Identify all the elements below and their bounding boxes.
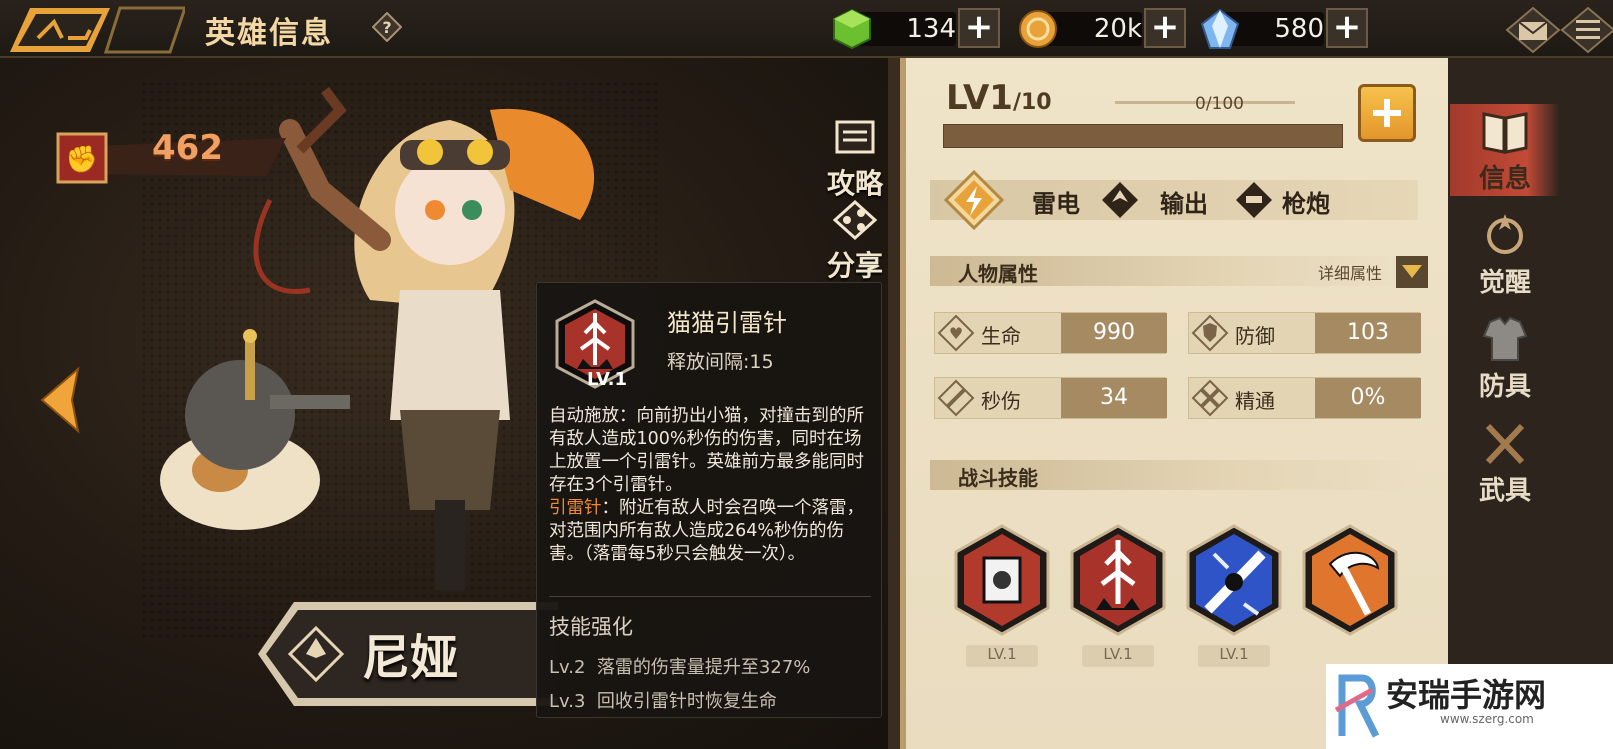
exp-text: 0/100 xyxy=(1195,94,1244,114)
tooltip-enhance-item: Lv.3 回收引雷针时恢复生命 xyxy=(549,687,777,713)
gun-type-icon xyxy=(1236,182,1272,218)
tab-awaken[interactable]: 觉醒 xyxy=(1450,208,1560,300)
skill-1-lightning-rod-device-icon[interactable] xyxy=(952,524,1052,636)
share-button[interactable]: 分享 xyxy=(815,199,895,284)
stat-dps-label: 秒伤 xyxy=(981,389,1021,413)
stat-dps-value: 34 xyxy=(1100,385,1128,410)
exp-bar xyxy=(943,124,1343,148)
sword-icon xyxy=(937,379,975,417)
hero-name: 尼娅 xyxy=(362,630,459,686)
help-icon[interactable]: ? xyxy=(372,12,402,42)
stat-def-value: 103 xyxy=(1347,320,1389,345)
stat-def: 防御 103 xyxy=(1188,312,1421,354)
menu-icon[interactable] xyxy=(1560,6,1613,54)
watermark-text: 安瑞手游网 xyxy=(1386,676,1547,714)
tooltip-skill-name: 猫猫引雷针 xyxy=(667,309,787,337)
mail-icon[interactable] xyxy=(1505,6,1561,54)
tag-role: 输出 xyxy=(1160,190,1208,218)
crystal-add-button[interactable]: + xyxy=(1326,8,1368,48)
crossed-swords-icon xyxy=(1191,379,1229,417)
energy-value: 134 xyxy=(906,14,956,44)
skill-3-level: LV.1 xyxy=(1198,645,1270,667)
power-value: 462 xyxy=(152,128,223,168)
skill-1-level: LV.1 xyxy=(966,645,1038,667)
skill-tooltip: LV.1 猫猫引雷针 释放间隔:15 自动施放：向前扔出小猫，对撞击到的所有敌人… xyxy=(536,282,882,718)
guide-button[interactable]: 攻略 xyxy=(815,118,895,202)
armor-icon xyxy=(1482,316,1528,361)
tooltip-skill-level: LV.1 xyxy=(587,369,627,390)
guide-label: 攻略 xyxy=(826,167,883,200)
stat-hp-value: 990 xyxy=(1093,320,1135,345)
prev-hero-arrow-icon[interactable] xyxy=(38,365,84,435)
tooltip-desc-highlight: 引雷针 xyxy=(549,498,602,518)
tab-armor-label: 防具 xyxy=(1478,372,1531,402)
guide-scroll-icon xyxy=(835,120,875,154)
tab-info-label: 信息 xyxy=(1478,164,1531,194)
skill-3-paw-lightning-icon[interactable] xyxy=(1184,524,1284,636)
awaken-icon xyxy=(1487,214,1523,254)
shield-icon xyxy=(1191,314,1229,352)
tag-weapon: 枪炮 xyxy=(1282,190,1330,218)
share-label: 分享 xyxy=(826,249,883,282)
level-text: LV1/10 xyxy=(946,78,1052,118)
page-title: 英雄信息 xyxy=(205,16,333,51)
level-up-button[interactable] xyxy=(1358,84,1416,142)
level-max: /10 xyxy=(1012,90,1052,115)
tooltip-description: 自动施放：向前扔出小猫，对撞击到的所有敌人造成100%秒伤的伤害，同时在场上放置… xyxy=(549,405,875,566)
gold-resource: 20k + xyxy=(1016,8,1186,48)
skills-title: 战斗技能 xyxy=(958,466,1038,490)
stat-mastery-label: 精通 xyxy=(1235,389,1275,413)
skill-2-cat-lightning-rod-icon[interactable] xyxy=(1068,524,1168,636)
heart-icon: ♥ xyxy=(937,314,975,352)
tooltip-divider xyxy=(549,596,871,597)
skill-4-scythe-icon[interactable] xyxy=(1300,524,1400,636)
watermark-url: www.szerg.com xyxy=(1440,712,1534,726)
stat-hp: ♥ 生命 990 xyxy=(934,312,1167,354)
skill-2-level: LV.1 xyxy=(1082,645,1154,667)
tag-element: 雷电 xyxy=(1032,190,1080,218)
enhance-text: 回收引雷针时恢复生命 xyxy=(596,691,777,712)
stat-mastery: 精通 0% xyxy=(1188,377,1421,419)
watermark-logo-icon xyxy=(1334,674,1380,738)
tab-armor[interactable]: 防具 xyxy=(1450,312,1560,404)
book-icon xyxy=(1482,112,1528,154)
lightning-element-icon xyxy=(944,170,1004,230)
enhance-text: 落雷的伤害量提升至327% xyxy=(596,657,811,678)
stat-dps: 秒伤 34 xyxy=(934,377,1167,419)
svg-text:?: ? xyxy=(382,18,391,37)
tooltip-cooldown: 释放间隔:15 xyxy=(667,351,774,373)
tab-awaken-label: 觉醒 xyxy=(1478,268,1531,298)
svg-text:✊: ✊ xyxy=(66,145,98,175)
level-current: LV1 xyxy=(946,78,1013,118)
gold-coin-icon xyxy=(1019,10,1057,48)
gold-add-button[interactable]: + xyxy=(1144,8,1186,48)
enhance-lv: Lv.2 xyxy=(549,657,586,678)
attributes-title: 人物属性 xyxy=(958,262,1038,286)
share-icon xyxy=(832,199,878,241)
gold-value: 20k xyxy=(1093,14,1142,44)
tooltip-enhance-title: 技能强化 xyxy=(549,615,633,639)
tooltip-enhance-item: Lv.2 落雷的伤害量提升至327% xyxy=(549,653,810,679)
skills-header: 战斗技能 xyxy=(930,460,1420,490)
tab-info[interactable]: 信息 xyxy=(1450,104,1560,196)
svg-text:♥: ♥ xyxy=(949,324,963,343)
green-cube-icon xyxy=(833,8,871,50)
crystal-resource: 580 + xyxy=(1198,8,1368,49)
stat-hp-label: 生命 xyxy=(981,324,1021,348)
energy-add-button[interactable]: + xyxy=(958,8,1000,48)
tab-weapon[interactable]: 武具 xyxy=(1450,416,1560,508)
stat-mastery-value: 0% xyxy=(1350,385,1386,410)
enhance-lv: Lv.3 xyxy=(549,691,586,712)
detail-dropdown-icon[interactable] xyxy=(1396,256,1428,288)
weapon-icon xyxy=(1485,423,1525,465)
crystal-value: 580 xyxy=(1274,14,1324,44)
stat-def-label: 防御 xyxy=(1235,324,1275,348)
back-button[interactable] xyxy=(10,4,185,56)
energy-resource: 134 + xyxy=(830,8,1000,50)
crystal-icon xyxy=(1200,8,1240,49)
tab-weapon-label: 武具 xyxy=(1478,476,1531,506)
detail-attributes-label[interactable]: 详细属性 xyxy=(1318,260,1382,284)
dps-role-icon xyxy=(1102,182,1138,218)
tooltip-desc-main: 自动施放：向前扔出小猫，对撞击到的所有敌人造成100%秒伤的伤害，同时在场上放置… xyxy=(549,406,864,495)
